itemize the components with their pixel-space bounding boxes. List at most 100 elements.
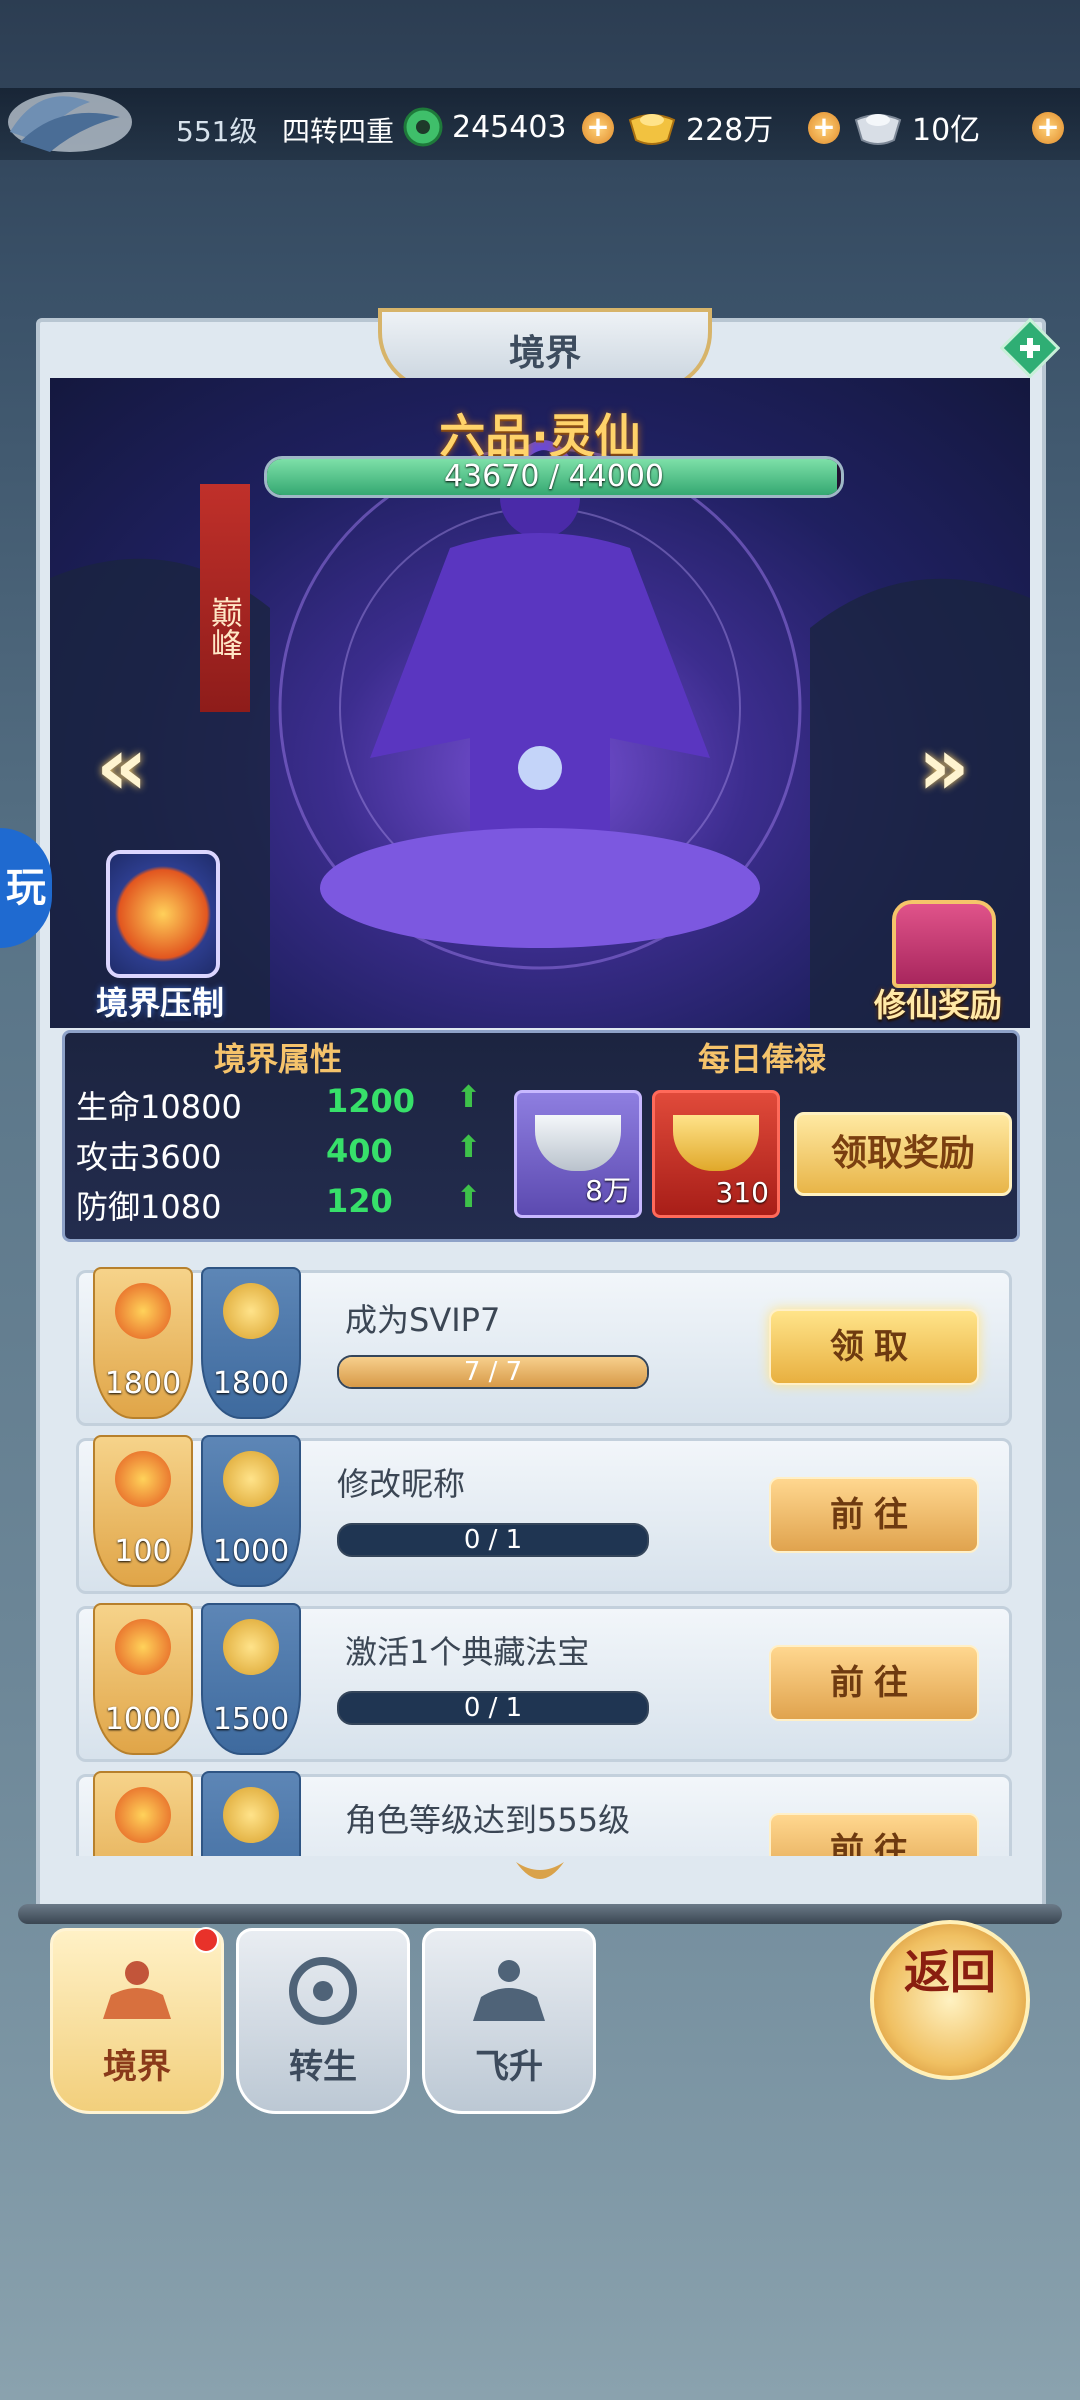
silver-ingot-icon — [854, 114, 902, 145]
meditation-icon — [103, 1961, 171, 2019]
jade-resource: 245403 — [402, 104, 567, 150]
gold-ingot-icon — [223, 1787, 279, 1843]
tab-realm[interactable]: 境界 — [50, 1927, 224, 2114]
attr-def-increase: 120 — [326, 1182, 393, 1220]
arrow-up-icon: ⬆ — [456, 1130, 482, 1165]
gold-ingot-icon — [223, 1451, 279, 1507]
close-icon[interactable] — [1000, 318, 1060, 378]
flame-icon — [115, 1787, 171, 1843]
task-row: 1000 1500 激活1个典藏法宝 0 / 1 前往 — [76, 1603, 1012, 1762]
flame-orb-icon — [106, 850, 220, 978]
task-name: 修改昵称 — [337, 1465, 466, 1503]
task-progress-bar: 7 / 7 — [337, 1355, 649, 1389]
salary-gold-item[interactable]: 310 — [652, 1090, 780, 1218]
avatar[interactable] — [0, 72, 160, 162]
scroll-down-ornament-icon — [512, 1856, 568, 1892]
realm-suppress-label: 境界压制 — [95, 984, 224, 1022]
claim-button[interactable]: 领取 — [769, 1309, 979, 1385]
realm-exp-text: 43670 / 44000 — [443, 459, 665, 494]
attr-atk-increase: 400 — [326, 1132, 393, 1170]
task-name: 激活1个典藏法宝 — [345, 1633, 590, 1671]
gold-amount: 228万 — [686, 113, 774, 148]
flame-icon — [115, 1619, 171, 1675]
fire-reward-badge: 100 — [93, 1435, 193, 1587]
goto-button[interactable]: 前往 — [769, 1645, 979, 1721]
gold-ingot-icon — [628, 114, 676, 145]
attr-def-label: 防御1080 — [76, 1188, 222, 1226]
tab-realm-label: 境界 — [103, 2047, 171, 2087]
reincarnation-rank: 四转四重 — [282, 115, 395, 148]
task-progress-text: 0 / 1 — [463, 1693, 523, 1723]
flame-icon — [115, 1283, 171, 1339]
gold-reward-badge: 1000 — [201, 1435, 301, 1587]
gold-reward-amount: 1800 — [212, 1366, 290, 1401]
fire-reward-amount: 1000 — [104, 1702, 182, 1737]
tab-ascend-label: 飞升 — [475, 2047, 543, 2087]
notification-dot — [193, 1927, 219, 1953]
gold-ingot-icon — [673, 1115, 759, 1171]
arrow-up-icon: ⬆ — [456, 1180, 482, 1215]
arrow-up-icon: ⬆ — [456, 1080, 482, 1115]
goto-button[interactable]: 前往 — [769, 1813, 979, 1856]
attr-hp-label: 生命10800 — [76, 1088, 242, 1126]
task-progress-text: 0 / 1 — [463, 1525, 523, 1555]
jade-add-button[interactable]: + — [582, 112, 614, 144]
task-row: 1800 1800 成为SVIP7 7 / 7 领取 — [76, 1267, 1012, 1426]
silver-ingot-icon — [535, 1115, 621, 1171]
claim-reward-button[interactable]: 领取奖励 — [794, 1112, 1012, 1196]
gold-add-button[interactable]: + — [808, 112, 840, 144]
task-progress-text: 7 / 7 — [463, 1357, 523, 1387]
ascend-figure-icon — [473, 1960, 545, 2021]
prev-realm-arrow[interactable]: « — [96, 720, 148, 813]
peak-banner: 巅峰 — [200, 484, 250, 712]
gold-reward-amount: 1500 — [212, 1702, 290, 1737]
jade-amount: 245403 — [452, 109, 567, 145]
cultivation-reward-label: 修仙奖励 — [873, 986, 1002, 1024]
back-button[interactable]: 返回 — [870, 1920, 1030, 2080]
task-progress-bar: 0 / 1 — [337, 1691, 649, 1725]
silver-resource: 10亿 — [852, 104, 980, 150]
salary-silver-count: 8万 — [585, 1174, 631, 1207]
tab-rebirth-label: 转生 — [289, 2047, 357, 2087]
back-label: 返回 — [904, 1945, 996, 1999]
gold-resource: 228万 — [626, 104, 773, 150]
gold-reward-badge: 1500 — [201, 1603, 301, 1755]
realm-exp-bar: 43670 / 44000 — [264, 456, 844, 498]
task-progress-bar: 0 / 1 — [337, 1523, 649, 1557]
player-level: 551级 — [176, 115, 258, 148]
daily-salary-header: 每日俸禄 — [698, 1040, 827, 1078]
attr-atk-label: 攻击3600 — [76, 1138, 222, 1176]
fire-reward-amount: 100 — [114, 1534, 172, 1569]
goto-button[interactable]: 前往 — [769, 1477, 979, 1553]
task-name: 成为SVIP7 — [345, 1301, 501, 1339]
fire-reward-amount: 1800 — [104, 1366, 182, 1401]
task-row: 100 1000 修改昵称 0 / 1 前往 — [76, 1435, 1012, 1594]
jade-icon — [403, 107, 443, 147]
gold-reward-badge — [201, 1771, 301, 1856]
realm-suppress-button[interactable]: 境界压制 — [70, 850, 250, 1022]
task-name: 角色等级达到555级 — [345, 1801, 631, 1839]
swirl-icon — [289, 1957, 357, 2025]
next-realm-arrow[interactable]: » — [918, 720, 970, 813]
scroll-rod — [18, 1904, 1062, 1924]
attr-hp-increase: 1200 — [326, 1082, 416, 1120]
silver-amount: 10亿 — [912, 113, 981, 148]
task-row: 角色等级达到555级 前往 — [76, 1771, 1012, 1856]
gold-reward-badge: 1800 — [201, 1267, 301, 1419]
salary-silver-item[interactable]: 8万 — [514, 1090, 642, 1218]
tab-ascend[interactable]: 飞升 — [422, 1928, 596, 2114]
gold-ingot-icon — [223, 1619, 279, 1675]
fire-reward-badge: 1800 — [93, 1267, 193, 1419]
realm-attr-header: 境界属性 — [214, 1040, 343, 1078]
cultivation-reward-button[interactable]: 修仙奖励 — [868, 900, 1008, 1030]
silver-add-button[interactable]: + — [1032, 112, 1064, 144]
task-list: 1800 1800 成为SVIP7 7 / 7 领取 100 1000 修改昵称… — [50, 1248, 1012, 1856]
treasure-chest-icon — [892, 900, 996, 988]
gold-reward-amount: 1000 — [212, 1534, 290, 1569]
gold-ingot-icon — [223, 1283, 279, 1339]
flame-icon — [115, 1451, 171, 1507]
salary-gold-count: 310 — [715, 1176, 769, 1209]
tab-rebirth[interactable]: 转生 — [236, 1928, 410, 2114]
fire-reward-badge — [93, 1771, 193, 1856]
fire-reward-badge: 1000 — [93, 1603, 193, 1755]
